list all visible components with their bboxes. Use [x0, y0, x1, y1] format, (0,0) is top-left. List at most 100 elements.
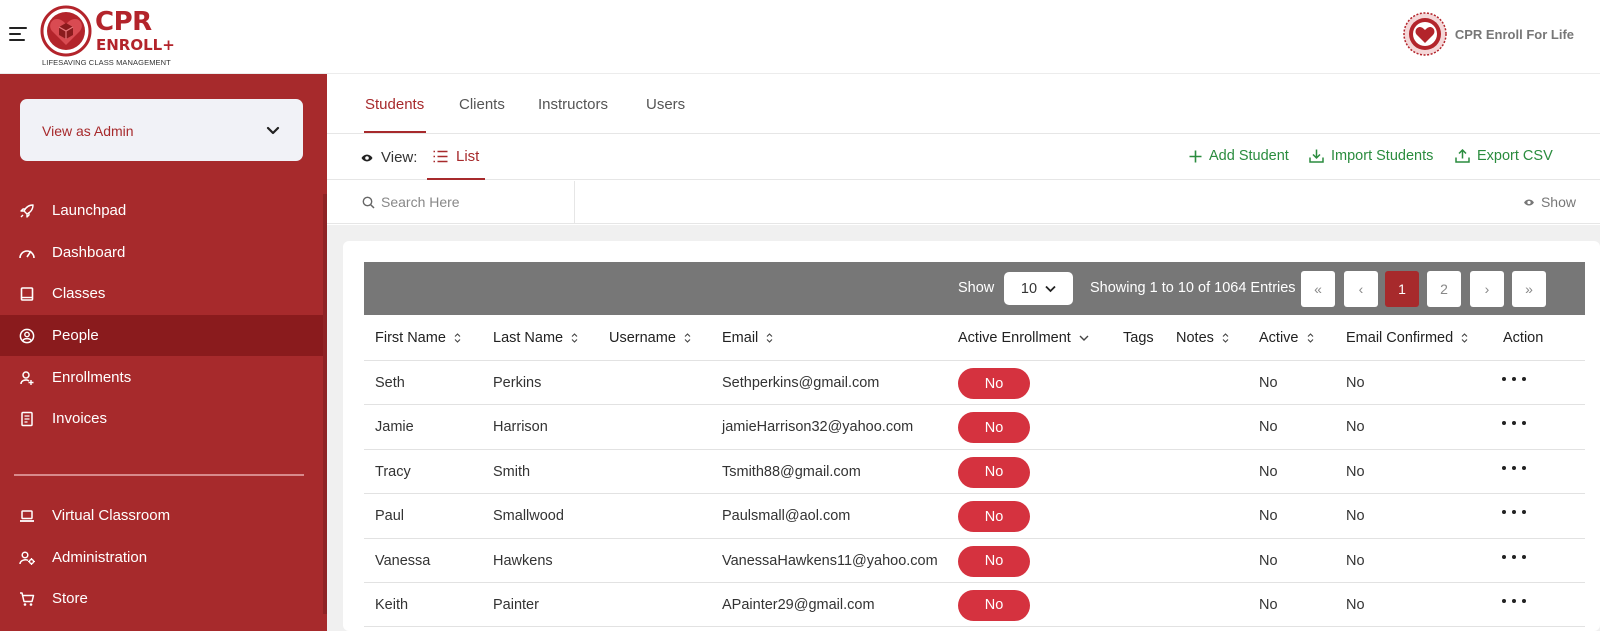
enrollment-badge[interactable]: No	[958, 589, 1030, 621]
org-badge[interactable]: CPR Enroll For Life	[1403, 12, 1574, 56]
table-row[interactable]: Vanessa Hawkens VanessaHawkens11@yahoo.c…	[364, 539, 1585, 583]
page-size-value: 10	[1020, 280, 1038, 297]
cell-first-name: Jamie	[375, 419, 414, 436]
tab-students[interactable]: Students	[365, 96, 424, 113]
prev-page-button[interactable]: ‹	[1344, 271, 1378, 307]
tab-clients[interactable]: Clients	[459, 96, 505, 113]
sidebar: View as Admin Launchpad Dashboard Classe…	[0, 74, 327, 631]
add-student-button[interactable]: Add Student	[1189, 148, 1289, 164]
tab-users[interactable]: Users	[646, 96, 685, 113]
sidebar-item-dashboard[interactable]: Dashboard	[0, 232, 323, 273]
col-active-enrollment[interactable]: Active Enrollment	[958, 330, 1089, 346]
view-as-dropdown[interactable]: View as Admin	[20, 99, 303, 161]
search-input[interactable]	[381, 194, 561, 210]
app-logo[interactable]: CPR ENROLL+ LIFESAVING CLASS MANAGEMENT	[40, 5, 180, 67]
import-students-button[interactable]: Import Students	[1309, 148, 1433, 164]
export-csv-label: Export CSV	[1477, 148, 1553, 164]
enrollment-badge[interactable]: No	[958, 545, 1030, 577]
search-bar: Show	[327, 181, 1600, 224]
students-card: Show 10 Showing 1 to 10 of 1064 Entries …	[343, 241, 1600, 631]
cell-first-name: Vanessa	[375, 552, 431, 569]
sort-icon	[1307, 333, 1313, 343]
sort-icon	[1222, 333, 1229, 343]
import-students-label: Import Students	[1331, 148, 1434, 164]
row-actions-icon[interactable]	[1502, 460, 1526, 476]
students-table: First Name Last Name Username Email Acti…	[364, 317, 1585, 628]
list-view-label: List	[456, 148, 480, 165]
export-csv-button[interactable]: Export CSV	[1455, 148, 1553, 164]
col-email-confirmed[interactable]: Email Confirmed	[1346, 330, 1468, 346]
cell-email: Sethperkins@gmail.com	[722, 375, 880, 391]
page-2-button[interactable]: 2	[1427, 271, 1461, 307]
sidebar-item-launchpad[interactable]: Launchpad	[0, 190, 323, 231]
row-actions-icon[interactable]	[1502, 371, 1526, 387]
sort-icon	[684, 333, 691, 343]
tab-instructors[interactable]: Instructors	[538, 96, 608, 113]
col-active-enrollment-label: Active Enrollment	[958, 330, 1071, 346]
col-active[interactable]: Active	[1259, 330, 1314, 346]
cell-active: No	[1259, 375, 1278, 391]
sidebar-item-label: Launchpad	[52, 202, 127, 219]
enrollment-badge[interactable]: No	[958, 456, 1030, 488]
user-gear-icon	[18, 549, 36, 567]
table-row[interactable]: Paul Smallwood Paulsmall@aol.com No No N…	[364, 494, 1585, 539]
sidebar-item-people[interactable]: People	[0, 315, 323, 356]
download-icon	[1309, 149, 1324, 163]
rocket-icon	[18, 202, 36, 220]
view-as-label: View as Admin	[42, 123, 134, 139]
show-columns-toggle[interactable]: Show	[1523, 194, 1576, 210]
menu-toggle-icon[interactable]	[9, 27, 27, 41]
row-actions-icon[interactable]	[1502, 415, 1526, 431]
list-view-button[interactable]: List	[427, 135, 486, 180]
plus-icon	[1189, 150, 1202, 162]
logo-text-enroll-word: ENROLL	[96, 36, 163, 54]
chevron-down-icon	[1045, 285, 1056, 292]
cell-last-name: Perkins	[493, 375, 542, 391]
entries-info: Showing 1 to 10 of 1064 Entries	[1090, 280, 1296, 296]
enrollment-badge[interactable]: No	[958, 368, 1030, 399]
col-first-name[interactable]: First Name	[375, 330, 461, 346]
cell-first-name: Paul	[375, 508, 405, 525]
row-actions-icon[interactable]	[1502, 549, 1526, 565]
top-header: CPR ENROLL+ LIFESAVING CLASS MANAGEMENT …	[0, 0, 1600, 74]
col-username-label: Username	[609, 330, 676, 346]
cell-email-confirmed: No	[1346, 552, 1365, 569]
sidebar-item-classes[interactable]: Classes	[0, 273, 323, 314]
sidebar-item-label: People	[52, 327, 99, 344]
add-student-label: Add Student	[1209, 148, 1289, 164]
row-actions-icon[interactable]	[1502, 504, 1526, 520]
table-row[interactable]: Jamie Harrison jamieHarrison32@yahoo.com…	[364, 405, 1585, 450]
sidebar-item-store[interactable]: Store	[0, 578, 323, 619]
sidebar-item-invoices[interactable]: Invoices	[0, 398, 323, 439]
search-box	[362, 181, 575, 223]
page-1-button[interactable]: 1	[1385, 271, 1419, 307]
cell-first-name: Seth	[375, 375, 405, 391]
sidebar-item-virtual-classroom[interactable]: Virtual Classroom	[0, 495, 323, 536]
sidebar-item-enrollments[interactable]: Enrollments	[0, 357, 323, 398]
col-notes[interactable]: Notes	[1176, 330, 1229, 346]
enrollment-badge[interactable]: No	[958, 412, 1030, 444]
table-row[interactable]: Keith Painter APainter29@gmail.com No No…	[364, 583, 1585, 628]
sidebar-item-administration[interactable]: Administration	[0, 537, 323, 578]
col-tags[interactable]: Tags	[1123, 330, 1154, 346]
col-username[interactable]: Username	[609, 330, 691, 346]
table-row[interactable]: Tracy Smith Tsmith88@gmail.com No No No	[364, 450, 1585, 495]
first-page-button[interactable]: «	[1301, 271, 1335, 307]
page-size-select[interactable]: 10	[1004, 272, 1073, 305]
enrollment-badge[interactable]: No	[958, 501, 1030, 533]
cell-email-confirmed: No	[1346, 463, 1365, 480]
col-notes-label: Notes	[1176, 330, 1214, 346]
sidebar-divider	[14, 474, 304, 476]
sidebar-item-label: Store	[52, 590, 88, 607]
sidebar-item-label: Dashboard	[52, 244, 126, 261]
cell-active: No	[1259, 419, 1278, 436]
cell-email: Paulsmall@aol.com	[722, 508, 851, 525]
cell-last-name: Smallwood	[493, 508, 564, 525]
col-email[interactable]: Email	[722, 330, 773, 346]
next-page-button[interactable]: ›	[1470, 271, 1504, 307]
col-last-name[interactable]: Last Name	[493, 330, 578, 346]
row-actions-icon[interactable]	[1502, 593, 1526, 609]
table-row[interactable]: Seth Perkins Sethperkins@gmail.com No No…	[364, 361, 1585, 406]
chevron-down-icon	[266, 126, 280, 135]
last-page-button[interactable]: »	[1512, 271, 1546, 307]
